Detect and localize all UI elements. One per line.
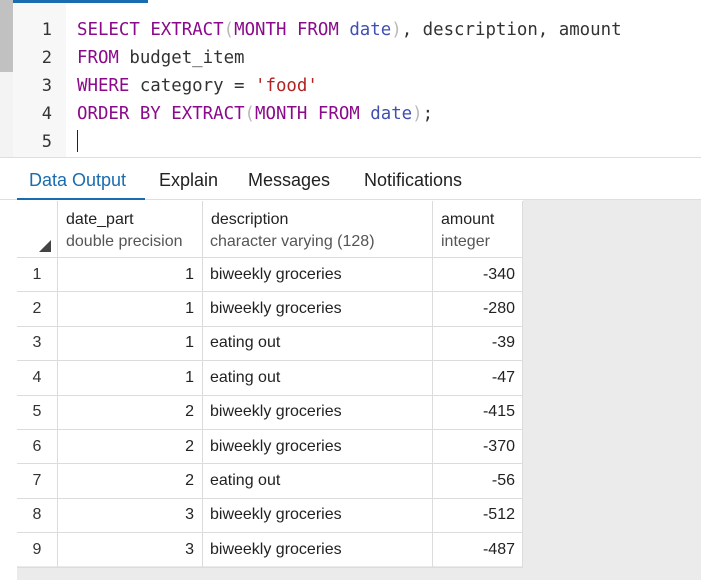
- code-line-4[interactable]: ORDER BY EXTRACT(MONTH FROM date);: [77, 104, 433, 124]
- cell-date-part[interactable]: 3: [58, 498, 203, 534]
- cell-description[interactable]: biweekly groceries: [203, 258, 433, 293]
- column-name: date_part: [66, 211, 134, 228]
- cell-amount[interactable]: -487: [433, 533, 523, 568]
- tab-messages[interactable]: Messages: [248, 170, 330, 191]
- code-text: , description, amount: [401, 20, 622, 40]
- column-date: date: [370, 104, 413, 124]
- cell-description[interactable]: biweekly groceries: [203, 430, 433, 465]
- select-all-corner[interactable]: [17, 201, 58, 258]
- cell-date-part[interactable]: 1: [58, 258, 203, 293]
- cell-description[interactable]: biweekly groceries: [203, 292, 433, 327]
- paren: (: [244, 104, 256, 124]
- column-name: description: [211, 211, 289, 228]
- row-number[interactable]: 4: [17, 361, 58, 396]
- cell-amount[interactable]: -512: [433, 498, 523, 534]
- code-line-2[interactable]: FROM budget_item: [77, 48, 245, 68]
- paren: ): [391, 20, 402, 40]
- column-header-date-part[interactable]: date_part double precision: [58, 201, 203, 258]
- cell-date-part[interactable]: 2: [58, 464, 203, 499]
- code-text: category =: [129, 76, 255, 96]
- column-date: date: [349, 20, 392, 40]
- string-literal: 'food': [255, 76, 318, 96]
- cell-date-part[interactable]: 3: [58, 533, 203, 568]
- row-number[interactable]: 9: [17, 533, 58, 568]
- table-row[interactable]: 7 2 eating out -56: [17, 464, 523, 499]
- cell-description[interactable]: eating out: [203, 464, 433, 499]
- keyword-month: MONTH: [234, 20, 287, 40]
- cell-amount[interactable]: -340: [433, 258, 523, 293]
- paren: ): [412, 104, 423, 124]
- column-header-description[interactable]: description character varying (128): [203, 201, 433, 258]
- column-type: integer: [441, 233, 490, 250]
- editor-scrollbar-thumb[interactable]: [0, 0, 13, 72]
- code-text: budget_item: [118, 48, 245, 68]
- cell-date-part[interactable]: 2: [58, 430, 203, 465]
- line-number: 2: [41, 48, 52, 68]
- editor-active-indicator: [13, 0, 148, 3]
- cell-description[interactable]: eating out: [203, 326, 433, 362]
- text-cursor: [77, 130, 78, 152]
- keyword-from: FROM: [77, 48, 119, 68]
- column-header-amount[interactable]: amount integer: [433, 201, 523, 258]
- triangle-icon: [39, 240, 51, 252]
- row-number[interactable]: 6: [17, 430, 58, 465]
- cell-description[interactable]: eating out: [203, 361, 433, 396]
- tab-explain[interactable]: Explain: [159, 170, 218, 191]
- row-number[interactable]: 2: [17, 292, 58, 327]
- cell-amount[interactable]: -415: [433, 395, 523, 430]
- editor-scrollbar[interactable]: [0, 0, 13, 157]
- cell-amount[interactable]: -370: [433, 430, 523, 465]
- column-type: character varying (128): [210, 233, 375, 250]
- code-line-1[interactable]: SELECT EXTRACT(MONTH FROM date), descrip…: [77, 20, 622, 40]
- line-number: 5: [41, 132, 52, 152]
- row-number[interactable]: 1: [17, 258, 58, 293]
- table-row[interactable]: 9 3 biweekly groceries -487: [17, 533, 523, 568]
- cell-date-part[interactable]: 2: [58, 395, 203, 430]
- table-row[interactable]: 3 1 eating out -39: [17, 326, 523, 362]
- keyword-where: WHERE: [77, 76, 130, 96]
- table-row[interactable]: 5 2 biweekly groceries -415: [17, 395, 523, 430]
- cell-description[interactable]: biweekly groceries: [203, 395, 433, 430]
- row-number[interactable]: 3: [17, 326, 58, 362]
- row-number[interactable]: 8: [17, 498, 58, 534]
- column-type: double precision: [66, 233, 183, 250]
- table-row[interactable]: 2 1 biweekly groceries -280: [17, 292, 523, 327]
- tab-notifications[interactable]: Notifications: [364, 170, 462, 191]
- cell-amount[interactable]: -280: [433, 292, 523, 327]
- sql-editor[interactable]: 1 2 3 4 5 SELECT EXTRACT(MONTH FROM date…: [0, 0, 701, 157]
- row-number[interactable]: 5: [17, 395, 58, 430]
- keyword-from: FROM: [317, 104, 360, 124]
- cell-date-part[interactable]: 1: [58, 292, 203, 327]
- table-row[interactable]: 1 1 biweekly groceries -340: [17, 258, 523, 293]
- line-number: 1: [41, 20, 52, 40]
- keyword-order-by: ORDER BY: [77, 104, 161, 124]
- table-row[interactable]: 4 1 eating out -47: [17, 361, 523, 396]
- keyword-extract: EXTRACT: [171, 104, 245, 124]
- keyword-extract: EXTRACT: [150, 20, 224, 40]
- cell-date-part[interactable]: 1: [58, 326, 203, 362]
- cell-amount[interactable]: -56: [433, 464, 523, 499]
- cell-description[interactable]: biweekly groceries: [203, 533, 433, 568]
- cell-date-part[interactable]: 1: [58, 361, 203, 396]
- cell-amount[interactable]: -39: [433, 326, 523, 362]
- line-number: 4: [41, 104, 52, 124]
- line-number: 3: [41, 76, 52, 96]
- tab-data-output[interactable]: Data Output: [29, 170, 126, 191]
- cell-description[interactable]: biweekly groceries: [203, 498, 433, 534]
- table-row[interactable]: 8 3 biweekly groceries -512: [17, 498, 523, 534]
- keyword-select: SELECT: [77, 20, 140, 40]
- semicolon: ;: [422, 104, 434, 124]
- output-tabs: Data Output Explain Messages Notificatio…: [0, 157, 701, 201]
- table-row[interactable]: 6 2 biweekly groceries -370: [17, 430, 523, 465]
- column-name: amount: [441, 211, 495, 228]
- keyword-from: FROM: [296, 20, 339, 40]
- code-line-3[interactable]: WHERE category = 'food': [77, 76, 318, 96]
- cell-amount[interactable]: -47: [433, 361, 523, 396]
- paren: (: [223, 20, 235, 40]
- row-number[interactable]: 7: [17, 464, 58, 499]
- keyword-month: MONTH: [255, 104, 308, 124]
